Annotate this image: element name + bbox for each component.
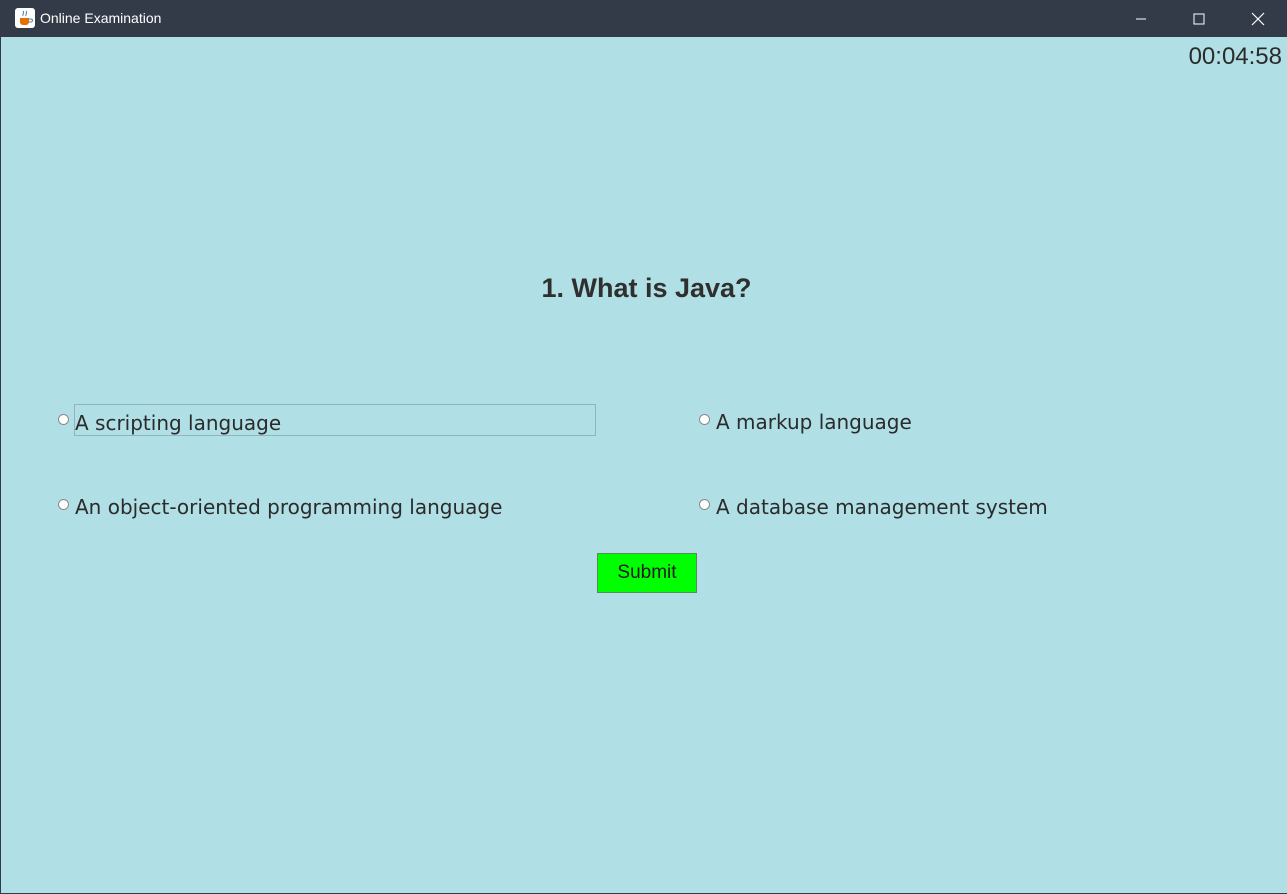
answer-label[interactable]: A database management system (716, 489, 1048, 521)
maximize-button[interactable] (1170, 0, 1228, 37)
app-window: Online Examination 00:04:58 1. What is J… (0, 0, 1287, 894)
countdown-timer: 00:04:58 (1188, 43, 1282, 70)
maximize-icon (1193, 13, 1205, 25)
title-bar[interactable]: Online Examination (1, 0, 1287, 37)
answer-option-4[interactable]: A database management system (699, 489, 1099, 521)
close-icon (1251, 12, 1265, 26)
answer-label[interactable]: An object-oriented programming language (75, 489, 502, 521)
radio-button[interactable] (58, 499, 69, 510)
window-title: Online Examination (40, 10, 162, 26)
answer-label[interactable]: A scripting language (74, 404, 596, 436)
answer-label[interactable]: A markup language (716, 404, 912, 436)
minimize-icon (1135, 13, 1147, 25)
close-button[interactable] (1229, 0, 1287, 37)
java-cup-icon (15, 8, 35, 28)
answer-option-1[interactable]: A scripting language (58, 404, 603, 436)
exam-panel: 00:04:58 1. What is Java? A scripting la… (6, 37, 1287, 893)
submit-button[interactable]: Submit (597, 553, 697, 593)
radio-button[interactable] (699, 499, 710, 510)
radio-button[interactable] (699, 414, 710, 425)
answer-option-2[interactable]: A markup language (699, 404, 1099, 436)
minimize-button[interactable] (1112, 0, 1170, 37)
answer-option-3[interactable]: An object-oriented programming language (58, 489, 603, 521)
question-text: 1. What is Java? (541, 273, 752, 303)
radio-button[interactable] (58, 414, 69, 425)
